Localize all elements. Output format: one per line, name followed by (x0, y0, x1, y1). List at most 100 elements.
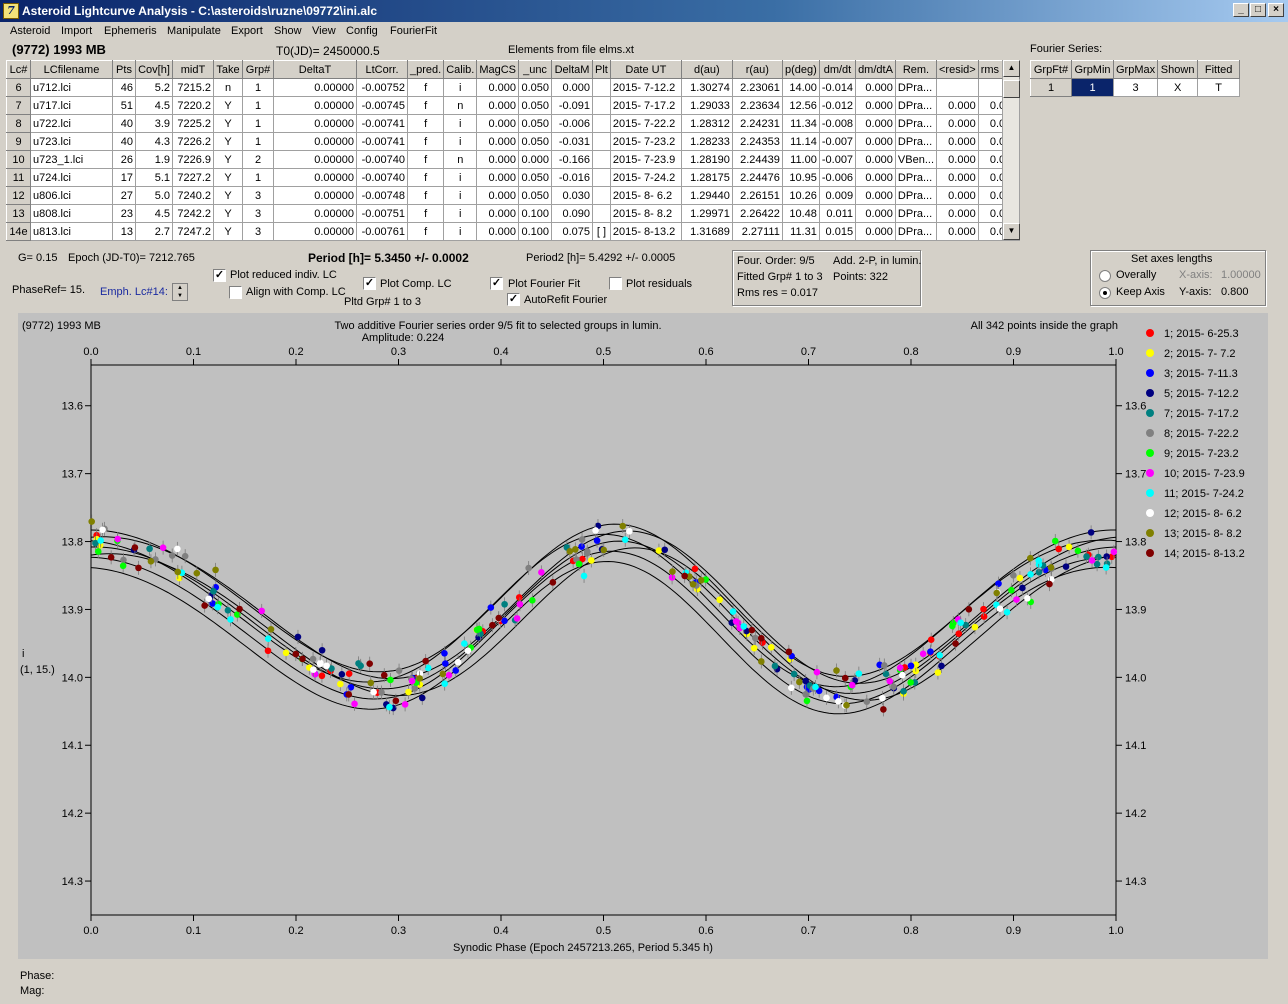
table-cell[interactable]: 4.5 (135, 96, 173, 115)
table-cell[interactable]: 2.24353 (731, 132, 783, 151)
table-cell[interactable]: 1.31689 (680, 222, 733, 241)
column-header[interactable]: Rem. (894, 60, 938, 79)
table-cell[interactable] (592, 132, 611, 151)
table-cell[interactable]: 1 (242, 132, 274, 151)
table-cell[interactable]: DPra... (894, 186, 938, 205)
table-cell[interactable]: 0.000 (936, 150, 979, 169)
fourier-cell-shown[interactable]: X (1157, 78, 1199, 97)
table-cell[interactable]: 2.24439 (731, 150, 783, 169)
table-cell[interactable]: 14.00 (781, 78, 820, 97)
table-cell[interactable]: 10.95 (781, 168, 820, 187)
row-header[interactable]: 7 (6, 96, 31, 115)
table-cell[interactable]: -0.00752 (356, 78, 408, 97)
column-header[interactable]: LCfilename (30, 60, 113, 79)
table-cell[interactable]: 2015- 8- 6.2 (609, 186, 682, 205)
table-cell[interactable]: 2015- 7-23.9 (609, 150, 682, 169)
table-cell[interactable]: f (406, 168, 445, 187)
table-cell[interactable]: 0.000 (936, 222, 979, 241)
table-cell[interactable]: 1.28190 (680, 150, 733, 169)
column-header[interactable]: midT (172, 60, 214, 79)
table-cell[interactable]: -0.091 (551, 96, 594, 115)
table-cell[interactable]: i (443, 204, 478, 223)
table-cell[interactable]: -0.012 (818, 96, 857, 115)
table-cell[interactable]: 0.000 (476, 168, 520, 187)
table-cell[interactable]: u806.lci (30, 186, 113, 205)
table-cell[interactable]: 0.015 (818, 222, 857, 241)
table-cell[interactable] (592, 78, 611, 97)
fourier-cell-grpmax[interactable]: 3 (1112, 78, 1159, 97)
table-cell[interactable]: i (443, 222, 478, 241)
table-row[interactable]: 9 u723.lci 40 4.3 7226.2 Y 1 0.00000 -0.00741 f i 0… (6, 132, 1021, 151)
table-row[interactable]: 8 u722.lci 40 3.9 7225.2 Y 1 0.00000 -0.00741 f i 0… (6, 114, 1021, 133)
column-header[interactable]: dm/dt (818, 60, 857, 79)
table-row[interactable]: 11 u724.lci 17 5.1 7227.2 Y 1 0.00000 -0.00740 f i… (6, 168, 1021, 187)
table-cell[interactable]: -0.00748 (356, 186, 408, 205)
autorefit-checkbox[interactable]: ✓ (507, 293, 520, 306)
table-cell[interactable]: 1.29440 (680, 186, 733, 205)
table-cell[interactable]: 0.00000 (273, 96, 357, 115)
column-header[interactable]: MagCS (476, 60, 520, 79)
table-cell[interactable]: 0.00000 (273, 168, 357, 187)
row-header[interactable]: 9 (6, 132, 31, 151)
table-cell[interactable]: 0.000 (855, 132, 896, 151)
scroll-down-icon[interactable]: ▼ (1003, 223, 1020, 240)
table-row[interactable]: 7 u717.lci 51 4.5 7220.2 Y 1 0.00000 -0.00745 f n 0… (6, 96, 1021, 115)
table-cell[interactable]: 0.000 (936, 204, 979, 223)
table-cell[interactable]: i (443, 186, 478, 205)
table-cell[interactable]: 2015- 8-13.2 (609, 222, 682, 241)
table-cell[interactable]: 2.24476 (731, 168, 783, 187)
table-cell[interactable]: 2.23634 (731, 96, 783, 115)
column-header[interactable]: DeltaT (273, 60, 357, 79)
table-cell[interactable] (592, 204, 611, 223)
table-cell[interactable]: 1.29033 (680, 96, 733, 115)
table-cell[interactable]: 46 (112, 78, 136, 97)
table-cell[interactable]: i (443, 168, 478, 187)
table-cell[interactable]: 2015- 8- 8.2 (609, 204, 682, 223)
column-header[interactable]: DeltaM (551, 60, 594, 79)
column-header[interactable]: _unc (518, 60, 553, 79)
menu-asteroid[interactable]: Asteroid (10, 25, 50, 37)
table-cell[interactable]: Y (213, 114, 243, 133)
table-cell[interactable]: 0.00000 (273, 204, 357, 223)
table-cell[interactable]: 2015- 7-23.2 (609, 132, 682, 151)
table-cell[interactable]: 0.000 (936, 132, 979, 151)
table-cell[interactable]: 0.00000 (273, 132, 357, 151)
plot-fourier-checkbox[interactable]: ✓ (490, 277, 503, 290)
table-cell[interactable]: 40 (112, 132, 136, 151)
column-header[interactable]: Plt (592, 60, 611, 79)
table-cell[interactable]: 0.000 (855, 78, 896, 97)
table-cell[interactable]: f (406, 222, 445, 241)
table-cell[interactable]: VBen... (894, 150, 938, 169)
column-header[interactable]: _pred. (406, 60, 445, 79)
table-cell[interactable]: 11.00 (781, 150, 820, 169)
table-cell[interactable]: 0.030 (551, 186, 594, 205)
table-cell[interactable]: i (443, 78, 478, 97)
table-cell[interactable]: 0.00000 (273, 186, 357, 205)
table-cell[interactable]: 2015- 7-17.2 (609, 96, 682, 115)
table-cell[interactable]: 0.000 (855, 96, 896, 115)
table-cell[interactable]: u722.lci (30, 114, 113, 133)
row-header[interactable]: 13 (6, 204, 31, 223)
table-cell[interactable]: 27 (112, 186, 136, 205)
table-cell[interactable]: 3 (242, 204, 274, 223)
column-header[interactable]: Pts (112, 60, 136, 79)
table-cell[interactable]: 2.27111 (731, 222, 783, 241)
column-header[interactable]: dm/dtA (855, 60, 896, 79)
table-cell[interactable]: n (443, 96, 478, 115)
table-cell[interactable]: -0.007 (818, 150, 857, 169)
table-cell[interactable]: 0.075 (551, 222, 594, 241)
column-header[interactable]: Calib. (443, 60, 478, 79)
table-cell[interactable]: Y (213, 204, 243, 223)
table-cell[interactable]: 0.000 (476, 186, 520, 205)
table-cell[interactable]: 0.050 (518, 96, 553, 115)
table-cell[interactable]: Y (213, 168, 243, 187)
plot-comp-checkbox[interactable]: ✓ (363, 277, 376, 290)
table-cell[interactable]: 1.9 (135, 150, 173, 169)
table-cell[interactable]: 0.000 (476, 78, 520, 97)
table-cell[interactable]: 2.24231 (731, 114, 783, 133)
menu-export[interactable]: Export (231, 25, 263, 37)
scroll-up-icon[interactable]: ▲ (1003, 60, 1020, 77)
table-cell[interactable]: 0.000 (476, 96, 520, 115)
table-cell[interactable] (592, 186, 611, 205)
table-cell[interactable]: 0.00000 (273, 114, 357, 133)
